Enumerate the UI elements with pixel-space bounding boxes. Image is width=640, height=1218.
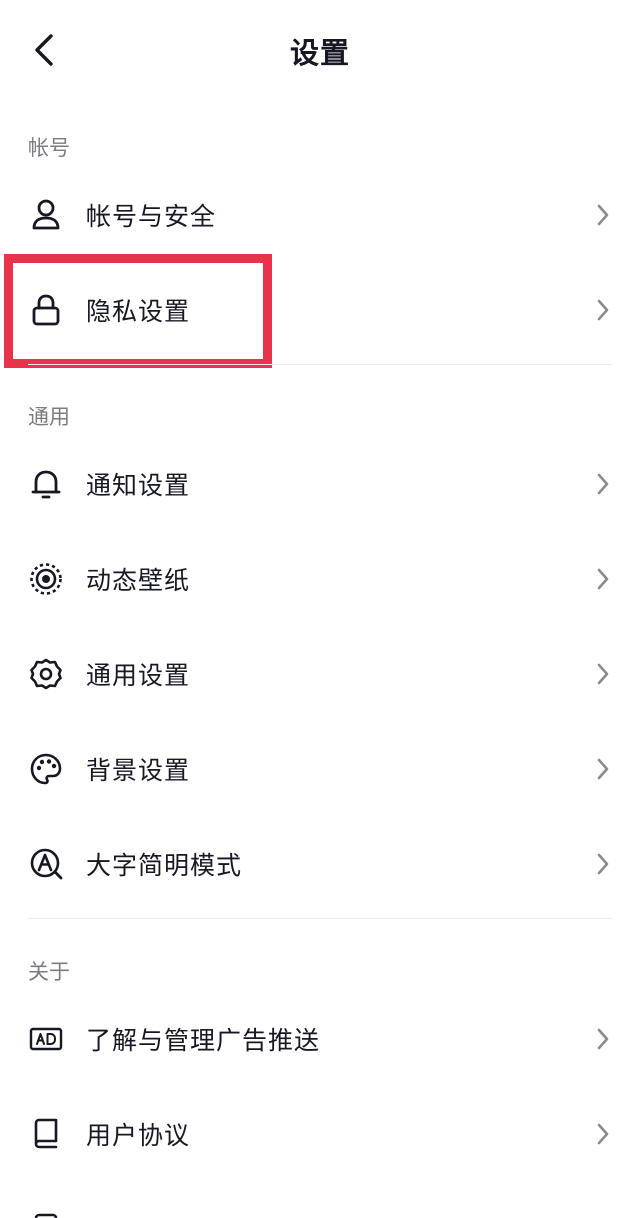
settings-page: 设置 帐号 帐号与安全 隐私设置 通用 通知设置 动态壁纸 通用设置 背景设置 …: [0, 0, 640, 1218]
chevron-right-icon: [594, 1121, 612, 1147]
large-text-icon: [28, 846, 64, 882]
live-wallpaper-icon: [28, 561, 64, 597]
divider: [28, 918, 612, 919]
settings-item-label: 隐私设置: [86, 296, 191, 326]
chevron-right-icon: [594, 471, 612, 497]
settings-item-account-security[interactable]: 帐号与安全: [0, 167, 640, 262]
section-title-general: 通用: [28, 405, 70, 429]
settings-item-ad-management[interactable]: 了解与管理广告推送: [0, 991, 640, 1086]
settings-item-label: 通知设置: [86, 470, 191, 500]
settings-item-user-agreement[interactable]: 用户协议: [0, 1086, 640, 1181]
page-title: 设置: [289, 36, 350, 70]
settings-item-label: 动态壁纸: [86, 565, 191, 595]
settings-item-notifications[interactable]: 通知设置: [0, 436, 640, 531]
palette-icon: [28, 751, 64, 787]
settings-item-label: 了解与管理广告推送: [86, 1025, 321, 1055]
gear-icon: [28, 656, 64, 692]
chevron-right-icon: [594, 566, 612, 592]
section-title-account: 帐号: [28, 136, 70, 160]
header: 设置: [0, 0, 640, 104]
settings-item-live-wallpaper[interactable]: 动态壁纸: [0, 531, 640, 626]
chevron-right-icon: [594, 297, 612, 323]
lock-icon: [28, 292, 64, 328]
book-icon: [28, 1116, 64, 1152]
settings-item-label: 大字简明模式: [86, 850, 243, 880]
settings-item-label: 用户协议: [86, 1120, 191, 1150]
settings-item-background[interactable]: 背景设置: [0, 721, 640, 816]
chevron-right-icon: [594, 851, 612, 877]
chevron-right-icon: [594, 202, 612, 228]
settings-item-large-text-mode[interactable]: 大字简明模式: [0, 816, 640, 911]
chevron-right-icon: [594, 756, 612, 782]
section-title-about: 关于: [28, 960, 70, 984]
settings-item-privacy[interactable]: 隐私设置: [0, 262, 640, 357]
settings-item-label: 背景设置: [86, 755, 191, 785]
settings-item-label: 帐号与安全: [86, 201, 217, 231]
settings-item-partial[interactable]: [0, 1181, 640, 1218]
chevron-right-icon: [594, 661, 612, 687]
settings-item-label: 通用设置: [86, 660, 191, 690]
bell-icon: [28, 466, 64, 502]
settings-item-general[interactable]: 通用设置: [0, 626, 640, 721]
document-icon: [28, 1211, 64, 1218]
person-icon: [28, 197, 64, 233]
chevron-right-icon: [594, 1026, 612, 1052]
divider: [28, 364, 612, 365]
ad-icon: [28, 1021, 64, 1057]
